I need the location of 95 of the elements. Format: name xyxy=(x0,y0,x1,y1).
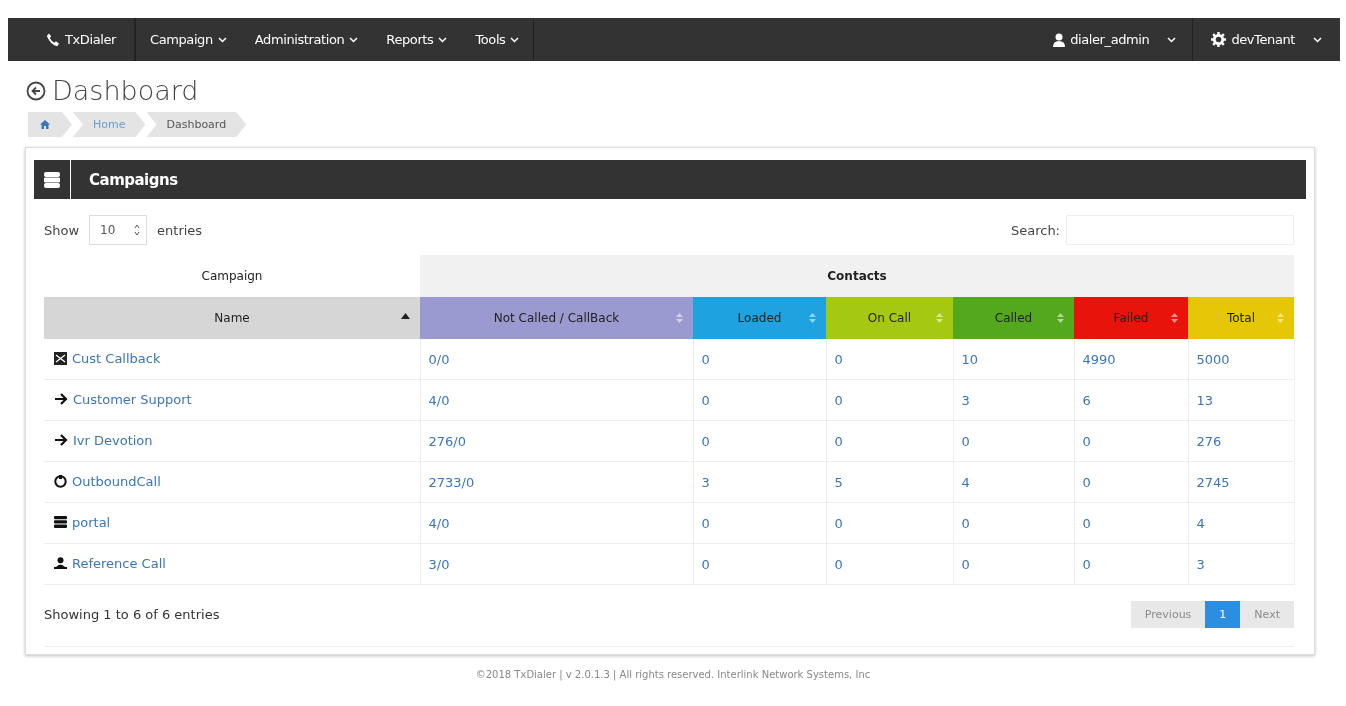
table-cell: 0 xyxy=(701,556,710,572)
table-cell: 5 xyxy=(834,474,843,490)
table-cell: 0 xyxy=(834,433,843,449)
chevron-down-icon xyxy=(1313,36,1322,43)
sort-icon xyxy=(936,313,943,323)
entries-info: Showing 1 to 6 of 6 entries xyxy=(44,607,220,622)
table-cell: 4/0 xyxy=(428,515,450,531)
user-menu[interactable]: dialer_admin xyxy=(1039,18,1193,61)
sort-icon xyxy=(1277,313,1284,323)
table-cell: 0 xyxy=(834,351,843,367)
entries-label: entries xyxy=(157,222,203,238)
chevron-down-icon xyxy=(510,36,520,43)
arrow-right-icon xyxy=(54,393,68,406)
phone-icon xyxy=(46,32,60,47)
arrow-right-icon xyxy=(54,434,68,447)
campaign-link[interactable]: Ivr Devotion xyxy=(54,432,153,448)
column-header[interactable]: Failed xyxy=(1074,297,1188,339)
page-title: Dashboard xyxy=(52,75,199,106)
table-cell: 276 xyxy=(1196,433,1222,449)
table-cell: 0 xyxy=(701,392,710,408)
table-cell: 0 xyxy=(1082,474,1091,490)
table-cell: 0 xyxy=(701,351,710,367)
table-cell: 2745 xyxy=(1196,474,1230,490)
nav-menu[interactable]: Reports xyxy=(372,18,462,61)
campaign-link[interactable]: Cust Callback xyxy=(54,350,161,366)
column-header[interactable]: Not Called / CallBack xyxy=(420,297,693,339)
table-cell: 276/0 xyxy=(428,433,466,449)
circle-icon xyxy=(54,474,67,488)
user-icon xyxy=(1053,32,1066,47)
search-label: Search: xyxy=(1010,222,1060,238)
table-cell: 0 xyxy=(701,433,710,449)
table-cell: 4 xyxy=(1196,515,1205,531)
table-cell: 0 xyxy=(1082,433,1091,449)
database-icon xyxy=(44,171,60,188)
gear-icon xyxy=(1211,32,1227,47)
table-cell: 4990 xyxy=(1082,351,1116,367)
home-crumb[interactable] xyxy=(28,112,72,137)
table-cell: 10 xyxy=(961,351,979,367)
copyright-text: ©2018 TxDialer | v 2.0.1.3 | All rights reserved. Interlink Network Systems, Inc xyxy=(474,669,872,680)
sort-icon xyxy=(1171,313,1178,323)
sort-asc-icon xyxy=(401,313,410,319)
table-cell: 0 xyxy=(701,515,710,531)
table-cell: 3 xyxy=(1196,556,1205,572)
campaign-link[interactable]: Customer Support xyxy=(54,391,192,407)
campaign-link[interactable]: Reference Call xyxy=(54,555,166,571)
table-cell: 3/0 xyxy=(428,556,450,572)
breadcrumb-current: Dashboard xyxy=(146,112,247,137)
column-header[interactable]: Called xyxy=(953,297,1074,339)
table-cell: 0 xyxy=(961,556,970,572)
pagination-button[interactable]: 1 xyxy=(1205,601,1241,628)
table-cell: 2733/0 xyxy=(428,474,475,490)
nav-menu[interactable]: Campaign xyxy=(135,18,241,61)
table-cell: 0/0 xyxy=(428,351,450,367)
campaign-link[interactable]: portal xyxy=(54,514,111,530)
envelope-icon xyxy=(54,351,67,365)
table-cell: 4 xyxy=(961,474,970,490)
column-header[interactable]: On Call xyxy=(826,297,953,339)
entries-select[interactable]: 10 xyxy=(89,215,148,245)
column-header[interactable]: Name xyxy=(44,297,420,339)
table-cell: 0 xyxy=(961,433,970,449)
nav-menu[interactable]: Tools xyxy=(461,18,534,61)
table-cell: 0 xyxy=(834,392,843,408)
sort-icon xyxy=(809,313,816,323)
brand-link[interactable]: TxDialer xyxy=(8,18,135,61)
table-cell: 6 xyxy=(1082,392,1091,408)
column-header[interactable]: Loaded xyxy=(693,297,826,339)
chevron-down-icon xyxy=(217,36,227,43)
sort-icon xyxy=(676,313,683,323)
home-icon xyxy=(40,120,50,129)
group-header: Campaign xyxy=(44,255,420,297)
table-cell: 0 xyxy=(834,515,843,531)
campaign-link[interactable]: OutboundCall xyxy=(54,473,161,489)
table-cell: 0 xyxy=(1082,515,1091,531)
table-cell: 4/0 xyxy=(428,392,450,408)
table-cell: 0 xyxy=(961,515,970,531)
table-cell: 13 xyxy=(1196,392,1214,408)
sort-icon xyxy=(1057,313,1064,323)
table-cell: 5000 xyxy=(1196,351,1230,367)
table-cell: 0 xyxy=(1082,556,1091,572)
group-header: Contacts xyxy=(420,255,1294,297)
chevron-down-icon xyxy=(438,36,448,43)
show-label: Show xyxy=(44,222,80,238)
chevron-down-icon xyxy=(1167,36,1177,43)
panel-title: Campaigns xyxy=(88,170,178,189)
nav-menu[interactable]: Administration xyxy=(240,18,373,61)
table-cell: 3 xyxy=(701,474,710,490)
column-header[interactable]: Total xyxy=(1188,297,1294,339)
database-icon xyxy=(54,516,67,529)
tenant-menu[interactable]: devTenant xyxy=(1192,18,1340,61)
table-cell: 3 xyxy=(961,392,970,408)
caret-icon xyxy=(134,223,141,237)
table-cell: 0 xyxy=(834,556,843,572)
chevron-down-icon xyxy=(349,36,359,43)
user-icon xyxy=(54,557,67,570)
back-circle-icon[interactable] xyxy=(26,80,46,101)
